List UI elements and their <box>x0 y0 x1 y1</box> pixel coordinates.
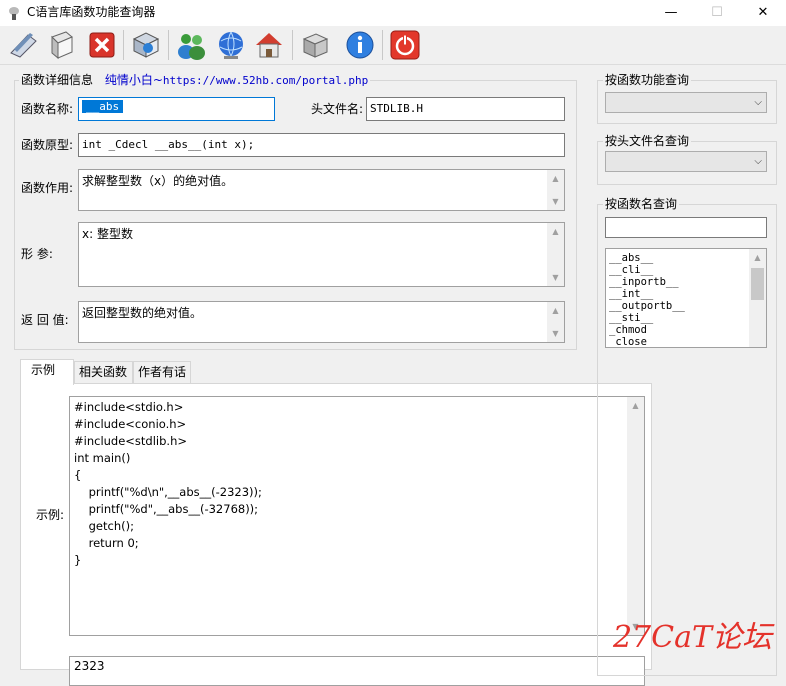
param-scrollbar[interactable]: ▲ ▼ <box>547 223 564 286</box>
purpose-scrollbar[interactable]: ▲ ▼ <box>547 170 564 210</box>
tab-example-label: 示例 <box>31 363 56 377</box>
function-name-input[interactable]: __abs <box>78 97 275 121</box>
list-item[interactable]: __outportb__ <box>606 300 766 312</box>
list-item[interactable]: _close <box>606 336 766 347</box>
chevron-down-icon: ⌵ <box>754 156 762 167</box>
title-bar: C语言库函数功能查询器 — ☐ ✕ <box>0 0 786 26</box>
web-app-icon[interactable] <box>130 29 162 61</box>
example-label: 示例: <box>36 508 65 522</box>
return-text: 返回整型数的绝对值。 <box>82 306 203 320</box>
param-label: 形 参: <box>21 247 53 261</box>
code-line: #include<stdio.h> <box>74 400 184 414</box>
list-item[interactable]: __inportb__ <box>606 276 766 288</box>
scroll-up-arrow-icon[interactable]: ▲ <box>547 170 564 187</box>
return-memo[interactable]: 返回整型数的绝对值。 ▲ ▼ <box>78 301 565 343</box>
param-memo[interactable]: x: 整型数 ▲ ▼ <box>78 222 565 287</box>
power-icon[interactable] <box>389 29 421 61</box>
function-list-scrollbar[interactable]: ▲ <box>749 249 766 347</box>
toolbar-separator <box>292 30 293 60</box>
list-item[interactable]: __sti__ <box>606 312 766 324</box>
function-category-select[interactable]: ⌵ <box>605 92 767 113</box>
header-file-label: 头文件名: <box>311 102 364 116</box>
function-name-label: 函数名称: <box>21 102 74 116</box>
list-item[interactable]: _chmod <box>606 324 766 336</box>
site-url[interactable]: https://www.52hb.com/portal.php <box>163 74 368 87</box>
toolbar-separator <box>123 30 124 60</box>
return-scrollbar[interactable]: ▲ ▼ <box>547 302 564 342</box>
scroll-up-arrow-icon[interactable]: ▲ <box>547 223 564 240</box>
app-icon <box>9 7 19 20</box>
purpose-text: 求解整型数（x）的绝对值。 <box>82 174 234 188</box>
tab-related-label: 相关函数 <box>79 365 128 379</box>
example-output-text: 2323 <box>74 659 105 673</box>
prototype-label: 函数原型: <box>21 138 74 152</box>
list-item[interactable]: __int__ <box>606 288 766 300</box>
scroll-thumb[interactable] <box>751 268 764 300</box>
info-icon[interactable] <box>344 29 376 61</box>
function-name-value: __abs <box>82 100 124 113</box>
scroll-down-arrow-icon[interactable]: ▼ <box>547 325 564 342</box>
code-line: return 0; <box>74 536 139 550</box>
users-icon[interactable] <box>175 29 207 61</box>
by-name-title: 按函数名查询 <box>603 197 680 211</box>
list-item[interactable]: __cli__ <box>606 264 766 276</box>
purpose-memo[interactable]: 求解整型数（x）的绝对值。 ▲ ▼ <box>78 169 565 211</box>
home-icon[interactable] <box>253 29 285 61</box>
author-tag: 纯情小白~ <box>104 73 163 87</box>
window-title: C语言库函数功能查询器 <box>27 5 156 19</box>
function-list[interactable]: __abs__ __cli__ __inportb__ __int__ __outpor… <box>605 248 767 348</box>
close-red-icon[interactable] <box>86 29 118 61</box>
purpose-label: 函数作用: <box>21 181 74 195</box>
code-line: #include<conio.h> <box>74 417 187 431</box>
book-icon[interactable] <box>46 29 78 61</box>
code-line: #include<stdlib.h> <box>74 434 188 448</box>
details-group-title: 函数详细信息 纯情小白~https://www.52hb.com/portal.… <box>19 73 371 88</box>
by-function-title: 按函数功能查询 <box>603 73 692 87</box>
code-lines: #include<stdio.h> #include<conio.h> #inclu… <box>74 399 640 569</box>
scroll-up-arrow-icon[interactable]: ▲ <box>749 249 766 266</box>
toolbar-separator <box>168 30 169 60</box>
example-code-memo[interactable]: #include<stdio.h> #include<conio.h> #inclu… <box>69 396 645 636</box>
code-line: int main() <box>74 451 131 465</box>
pencil-book-icon[interactable] <box>8 29 40 61</box>
by-header-title: 按头文件名查询 <box>603 134 692 148</box>
tab-author-notes[interactable]: 作者有话 <box>133 361 191 383</box>
return-label: 返 回 值: <box>21 313 69 327</box>
header-file-select[interactable]: ⌵ <box>605 151 767 172</box>
code-line: printf("%d",__abs__(-32768)); <box>74 502 259 516</box>
minimize-button[interactable]: — <box>648 0 694 26</box>
prototype-input[interactable]: int _Cdecl __abs__(int x); <box>78 133 565 157</box>
box-icon[interactable] <box>299 29 331 61</box>
scroll-down-arrow-icon[interactable]: ▼ <box>547 193 564 210</box>
close-button[interactable]: ✕ <box>740 0 786 26</box>
code-line: printf("%d\n",__abs__(-2323)); <box>74 485 262 499</box>
scroll-up-arrow-icon[interactable]: ▲ <box>547 302 564 319</box>
maximize-button[interactable]: ☐ <box>694 0 740 26</box>
code-line: } <box>74 553 82 567</box>
param-text: x: 整型数 <box>82 227 133 241</box>
tab-example[interactable]: 示例 <box>20 359 74 385</box>
function-list-items: __abs__ __cli__ __inportb__ __int__ __outpor… <box>606 249 766 347</box>
chevron-down-icon: ⌵ <box>754 97 762 108</box>
toolbar <box>0 26 786 65</box>
details-title-text: 函数详细信息 <box>21 73 94 87</box>
watermark: 27CaT论坛 <box>612 620 772 655</box>
globe-icon[interactable] <box>215 29 247 61</box>
list-item[interactable]: __abs__ <box>606 252 766 264</box>
toolbar-separator <box>382 30 383 60</box>
code-line: getch(); <box>74 519 134 533</box>
tab-related-functions[interactable]: 相关函数 <box>74 361 133 383</box>
example-output-memo[interactable]: 2323 <box>69 656 645 686</box>
function-name-search-input[interactable] <box>605 217 767 238</box>
header-file-input[interactable]: STDLIB.H <box>366 97 565 121</box>
tab-author-label: 作者有话 <box>138 365 187 379</box>
scroll-down-arrow-icon[interactable]: ▼ <box>547 269 564 286</box>
code-line: { <box>74 468 82 482</box>
